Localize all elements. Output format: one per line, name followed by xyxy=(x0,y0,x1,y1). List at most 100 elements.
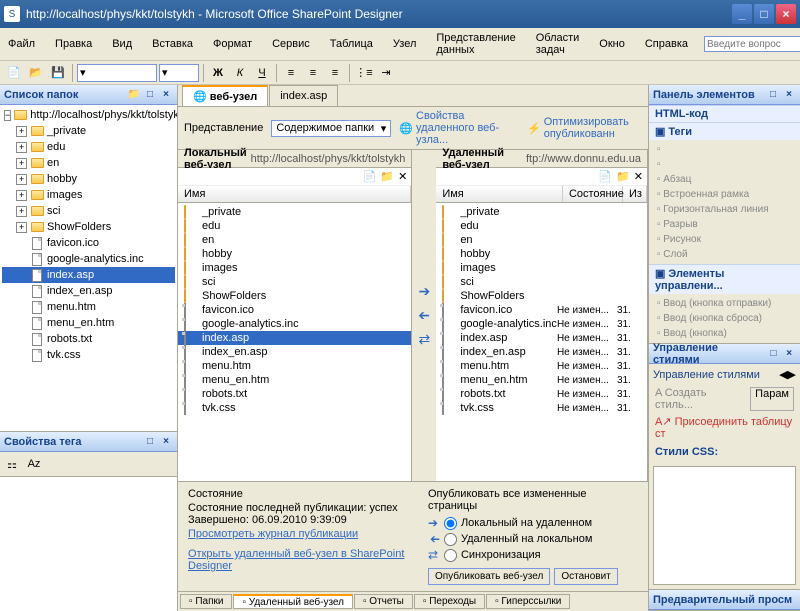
toolbox-item[interactable]: ▫ Абзац xyxy=(651,172,798,187)
file-row[interactable]: google-analytics.inc xyxy=(178,317,411,331)
question-input[interactable] xyxy=(704,36,800,52)
tree-item[interactable]: favicon.ico xyxy=(2,235,175,251)
rcol-mod[interactable]: Из xyxy=(623,186,647,202)
col-name[interactable]: Имя xyxy=(178,186,411,202)
toolbox-item[interactable]: ▫ Ввод (кнопка) xyxy=(651,326,798,341)
props-sort-icon[interactable]: ⚏ xyxy=(2,454,22,474)
close-button[interactable]: × xyxy=(776,4,796,24)
file-row[interactable]: menu.htmНе измен...31. xyxy=(436,359,647,373)
menu-insert[interactable]: Вставка xyxy=(148,36,197,52)
bottom-tab[interactable]: ▫ Гиперссылки xyxy=(486,594,570,609)
file-row[interactable]: en xyxy=(436,233,647,247)
remote-delete-icon[interactable]: ✕ xyxy=(634,170,643,183)
file-row[interactable]: images xyxy=(178,261,411,275)
toolbox-item[interactable]: ▫ Слой xyxy=(651,247,798,262)
file-row[interactable]: edu xyxy=(436,219,647,233)
toolbox-item[interactable]: ▫ Встроенная рамка xyxy=(651,187,798,202)
align-left-button[interactable]: ≡ xyxy=(281,63,301,83)
tree-item[interactable]: +_private xyxy=(2,123,175,139)
toolbox-tags-section[interactable]: ▣ Теги xyxy=(649,122,800,140)
file-row[interactable]: google-analytics.incНе измен...31. xyxy=(436,317,647,331)
menu-format[interactable]: Формат xyxy=(209,36,256,52)
rcol-state[interactable]: Состояние xyxy=(563,186,623,202)
file-row[interactable]: index_en.asp xyxy=(178,345,411,359)
bold-button[interactable]: Ж xyxy=(208,63,228,83)
file-row[interactable]: tvk.cssНе измен...31. xyxy=(436,401,647,415)
props-menu-icon[interactable]: □ xyxy=(143,435,157,449)
publish-button[interactable]: Опубликовать веб-узел xyxy=(428,568,550,585)
file-row[interactable]: favicon.icoНе измен...31. xyxy=(436,303,647,317)
push-left-button[interactable]: ➔ xyxy=(416,308,432,324)
styles-menu-icon[interactable]: □ xyxy=(767,347,781,361)
file-row[interactable]: hobby xyxy=(178,247,411,261)
file-row[interactable]: ShowFolders xyxy=(178,289,411,303)
file-row[interactable]: robots.txtНе измен...31. xyxy=(436,387,647,401)
toolbox-html-section[interactable]: HTML-код xyxy=(649,105,800,122)
view-combo[interactable]: Содержимое папки▾ xyxy=(271,120,391,137)
toolbox-controls-section[interactable]: ▣ Элементы управлени... xyxy=(649,264,800,294)
tree-item[interactable]: +images xyxy=(2,187,175,203)
menu-edit[interactable]: Правка xyxy=(51,36,96,52)
indent-button[interactable]: ⇥ xyxy=(376,63,396,83)
menu-tools[interactable]: Сервис xyxy=(268,36,314,52)
align-center-button[interactable]: ≡ xyxy=(303,63,323,83)
menu-file[interactable]: Файл xyxy=(4,36,39,52)
pane-menu-icon[interactable]: □ xyxy=(143,88,157,102)
bottom-tab[interactable]: ▫ Удаленный веб-узел xyxy=(233,594,353,609)
attach-css-link[interactable]: A↗ Присоединить таблицу ст xyxy=(655,416,792,440)
toolbox-item[interactable]: ▫ Ввод (кнопка отправки) xyxy=(651,296,798,311)
menu-help[interactable]: Справка xyxy=(641,36,692,52)
styles-close-icon[interactable]: × xyxy=(782,347,796,361)
document-tab[interactable]: index.asp xyxy=(269,85,338,106)
tree-item[interactable]: +ShowFolders xyxy=(2,219,175,235)
new-folder-icon[interactable]: 📁 xyxy=(127,88,141,102)
font-combo[interactable]: ▾ xyxy=(77,64,157,82)
toolbox-close-icon[interactable]: × xyxy=(782,88,796,102)
italic-button[interactable]: К xyxy=(230,63,250,83)
save-button[interactable]: 💾 xyxy=(48,63,68,83)
tree-item[interactable]: +edu xyxy=(2,139,175,155)
tree-item[interactable]: robots.txt xyxy=(2,331,175,347)
minimize-button[interactable]: _ xyxy=(732,4,752,24)
radio-remote-to-local[interactable]: ➔ Удаленный на локальном xyxy=(428,532,638,546)
file-row[interactable]: images xyxy=(436,261,647,275)
delete-icon[interactable]: ✕ xyxy=(398,170,407,183)
file-row[interactable]: tvk.css xyxy=(178,401,411,415)
file-row[interactable]: _private xyxy=(436,205,647,219)
toolbox-menu-icon[interactable]: □ xyxy=(766,88,780,102)
bottom-tab[interactable]: ▫ Папки xyxy=(180,594,232,609)
tree-item[interactable]: menu_en.htm xyxy=(2,315,175,331)
up-icon[interactable]: 📁 xyxy=(380,170,394,183)
toolbox-item[interactable]: ▫ xyxy=(651,142,798,157)
props-close-icon[interactable]: × xyxy=(159,435,173,449)
maximize-button[interactable]: □ xyxy=(754,4,774,24)
tree-item[interactable]: google-analytics.inc xyxy=(2,251,175,267)
optimize-link[interactable]: ⚡ Оптимизировать опубликованн xyxy=(527,116,642,140)
menu-table[interactable]: Таблица xyxy=(326,36,377,52)
tree-item[interactable]: menu.htm xyxy=(2,299,175,315)
refresh-icon[interactable]: 📄 xyxy=(363,170,377,183)
file-row[interactable]: sci xyxy=(436,275,647,289)
folder-tree[interactable]: − http://localhost/phys/kkt/tolstykh +_p… xyxy=(0,105,177,431)
radio-local-to-remote[interactable]: ➔ Локальный на удаленном xyxy=(428,516,638,530)
props-alpha-icon[interactable]: Az xyxy=(24,454,44,474)
menu-taskpanes[interactable]: Области задач xyxy=(532,30,584,58)
stop-button[interactable]: Остановит xyxy=(554,568,617,585)
tree-item[interactable]: tvk.css xyxy=(2,347,175,363)
tree-root[interactable]: − http://localhost/phys/kkt/tolstykh xyxy=(2,107,175,123)
align-right-button[interactable]: ≡ xyxy=(325,63,345,83)
tree-item[interactable]: index_en.asp xyxy=(2,283,175,299)
file-row[interactable]: menu_en.htm xyxy=(178,373,411,387)
toolbox-item[interactable]: ▫ Ввод (кнопка сброса) xyxy=(651,311,798,326)
file-row[interactable]: edu xyxy=(178,219,411,233)
tree-item[interactable]: +en xyxy=(2,155,175,171)
remote-refresh-icon[interactable]: 📄 xyxy=(598,170,612,183)
remote-up-icon[interactable]: 📁 xyxy=(616,170,630,183)
bullets-button[interactable]: ⋮≡ xyxy=(354,63,374,83)
file-row[interactable]: favicon.ico xyxy=(178,303,411,317)
underline-button[interactable]: Ч xyxy=(252,63,272,83)
new-button[interactable]: 📄 xyxy=(4,63,24,83)
open-button[interactable]: 📂 xyxy=(26,63,46,83)
toolbox-item[interactable]: ▫ Рисунок xyxy=(651,232,798,247)
tree-item[interactable]: +hobby xyxy=(2,171,175,187)
